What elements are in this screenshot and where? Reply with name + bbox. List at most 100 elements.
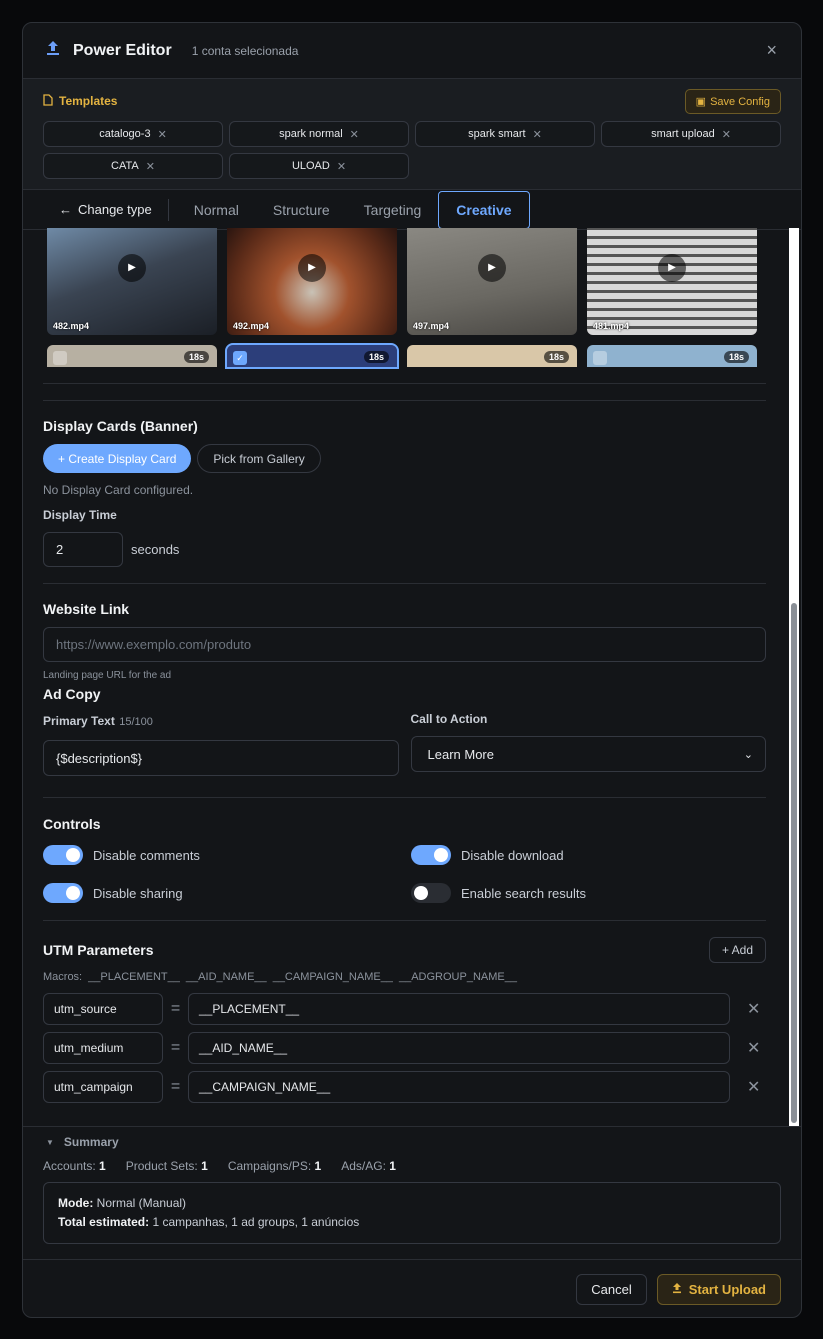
remove-icon[interactable]: ✕ <box>533 128 542 141</box>
video-grid-row-2: 18s ✓ 18s 18s 18s <box>47 343 766 369</box>
templates-panel: Templates ▣ Save Config catalogo-3 ✕ spark… <box>23 79 801 190</box>
control-disable-download: Disable download <box>411 845 767 865</box>
control-disable-sharing: Disable sharing <box>43 883 411 903</box>
template-chip[interactable]: spark normal ✕ <box>229 121 409 147</box>
video-thumbnail[interactable]: ▶ 481.mp4 <box>587 228 757 335</box>
remove-icon[interactable]: ✕ <box>722 128 731 141</box>
campaigns-count: 1 <box>314 1159 322 1173</box>
video-thumbnail[interactable]: ▶ 497.mp4 <box>407 228 577 335</box>
display-cards-title: Display Cards (Banner) <box>43 418 198 434</box>
remove-icon[interactable]: ✕ <box>350 128 359 141</box>
power-editor-modal: Power Editor 1 conta selecionada × Templ… <box>22 22 802 1318</box>
summary-toggle[interactable]: ▼ Summary <box>43 1135 781 1149</box>
change-type-label: Change type <box>78 202 152 217</box>
remove-icon[interactable]: ✕ <box>337 160 346 173</box>
play-icon: ▶ <box>478 254 506 282</box>
add-utm-button[interactable]: + Add <box>708 937 766 963</box>
toggle-switch[interactable] <box>43 883 83 903</box>
remove-icon[interactable]: ✕ <box>747 1077 760 1097</box>
chip-label: catalogo-3 <box>99 128 151 140</box>
modal-footer: Cancel Start Upload <box>23 1259 801 1317</box>
toggle-switch[interactable] <box>411 845 451 865</box>
utm-value-input[interactable]: __AID_NAME__ <box>188 1032 730 1064</box>
toggle-switch[interactable] <box>411 883 451 903</box>
template-chip[interactable]: spark smart ✕ <box>415 121 595 147</box>
accounts-label: Accounts: <box>43 1159 96 1173</box>
video-thumbnail[interactable]: ▶ 492.mp4 <box>227 228 397 335</box>
tab-structure[interactable]: Structure <box>256 191 347 229</box>
primary-text-count: 15/100 <box>119 716 153 728</box>
checkbox-icon[interactable] <box>593 351 607 365</box>
primary-text-input[interactable]: {$description$} <box>43 740 399 776</box>
website-link-title: Website Link <box>43 601 130 617</box>
chip-label: spark normal <box>279 128 343 140</box>
remove-icon[interactable]: ✕ <box>146 160 155 173</box>
modal-title: Power Editor <box>73 41 172 59</box>
template-chip[interactable]: smart upload ✕ <box>601 121 781 147</box>
summary-details: Mode: Normal (Manual) Total estimated: 1… <box>43 1182 781 1244</box>
chevron-down-icon: ⌄ <box>743 748 753 761</box>
video-thumbnail[interactable]: 18s <box>47 345 217 367</box>
divider <box>43 583 766 584</box>
remove-icon[interactable]: ✕ <box>747 999 760 1019</box>
control-label: Disable comments <box>93 847 200 863</box>
create-display-card-button[interactable]: + Create Display Card <box>43 444 192 473</box>
utm-key-input[interactable]: utm_medium <box>43 1032 163 1064</box>
display-time-label: Display Time <box>43 508 117 522</box>
scrollbar-thumb[interactable] <box>791 603 797 1123</box>
toggle-switch[interactable] <box>43 845 83 865</box>
total-value: 1 campanhas, 1 ad groups, 1 anúncios <box>152 1215 360 1229</box>
check-icon[interactable]: ✓ <box>233 351 247 365</box>
website-url-input[interactable]: https://www.exemplo.com/produto <box>43 627 766 662</box>
display-time-input[interactable]: 2 <box>43 532 123 567</box>
template-chip[interactable]: catalogo-3 ✕ <box>43 121 223 147</box>
start-upload-label: Start Upload <box>688 1282 766 1297</box>
primary-text-label: Primary Text <box>43 714 115 728</box>
scrollbar[interactable] <box>789 228 799 1126</box>
equals-sign: = <box>170 1039 181 1056</box>
template-chips: catalogo-3 ✕ spark normal ✕ spark smart ✕ s… <box>43 121 781 179</box>
control-label: Enable search results <box>461 885 587 901</box>
play-icon: ▶ <box>298 254 326 282</box>
controls-title: Controls <box>43 816 101 832</box>
video-thumbnail-selected[interactable]: ✓ 18s <box>225 343 399 369</box>
remove-icon[interactable]: ✕ <box>158 128 167 141</box>
change-type-button[interactable]: ← Change type <box>59 198 169 221</box>
checkbox-icon[interactable] <box>53 351 67 365</box>
video-duration: 18s <box>723 351 749 363</box>
chip-label: CATA <box>111 160 139 172</box>
cancel-button[interactable]: Cancel <box>576 1274 647 1305</box>
utm-key-input[interactable]: utm_source <box>43 993 163 1025</box>
upload-icon <box>45 40 61 61</box>
utm-value-input[interactable]: __PLACEMENT__ <box>188 993 730 1025</box>
cta-label: Call to Action <box>410 712 488 726</box>
divider <box>43 920 766 921</box>
video-thumbnail[interactable]: 18s <box>587 345 757 367</box>
video-thumbnail[interactable]: 18s <box>407 345 577 367</box>
ad-copy-title: Ad Copy <box>43 686 101 702</box>
tab-bar: ← Change type Normal Structure Targeting… <box>23 190 801 230</box>
cta-select[interactable]: Learn More ⌄ <box>410 736 766 772</box>
close-icon[interactable]: × <box>766 40 777 61</box>
cta-value: Learn More <box>427 746 494 762</box>
tab-normal[interactable]: Normal <box>177 191 256 229</box>
video-thumbnail[interactable]: ▶ 482.mp4 <box>47 228 217 335</box>
remove-icon[interactable]: ✕ <box>747 1038 760 1058</box>
template-chip[interactable]: ULOAD ✕ <box>229 153 409 179</box>
modal-subtitle: 1 conta selecionada <box>191 43 299 58</box>
template-chip[interactable]: CATA ✕ <box>43 153 223 179</box>
utm-rows: utm_source = __PLACEMENT__ ✕ utm_medium … <box>43 993 766 1103</box>
creative-scroll-area[interactable]: ▶ 482.mp4 ▶ 492.mp4 ▶ 497.mp4 ▶ 481.mp4 <box>23 228 801 1126</box>
video-duration: 18s <box>543 351 569 363</box>
tab-targeting[interactable]: Targeting <box>347 191 439 229</box>
utm-key-input[interactable]: utm_campaign <box>43 1071 163 1103</box>
utm-row: utm_source = __PLACEMENT__ ✕ <box>43 993 766 1025</box>
tab-creative[interactable]: Creative <box>438 190 530 229</box>
total-label: Total estimated: <box>58 1215 150 1229</box>
chip-label: spark smart <box>468 128 526 140</box>
pick-from-gallery-button[interactable]: Pick from Gallery <box>197 444 321 473</box>
utm-value-input[interactable]: __CAMPAIGN_NAME__ <box>188 1071 730 1103</box>
ads-count: 1 <box>389 1159 396 1173</box>
save-config-button[interactable]: ▣ Save Config <box>684 88 781 114</box>
start-upload-button[interactable]: Start Upload <box>656 1274 781 1305</box>
